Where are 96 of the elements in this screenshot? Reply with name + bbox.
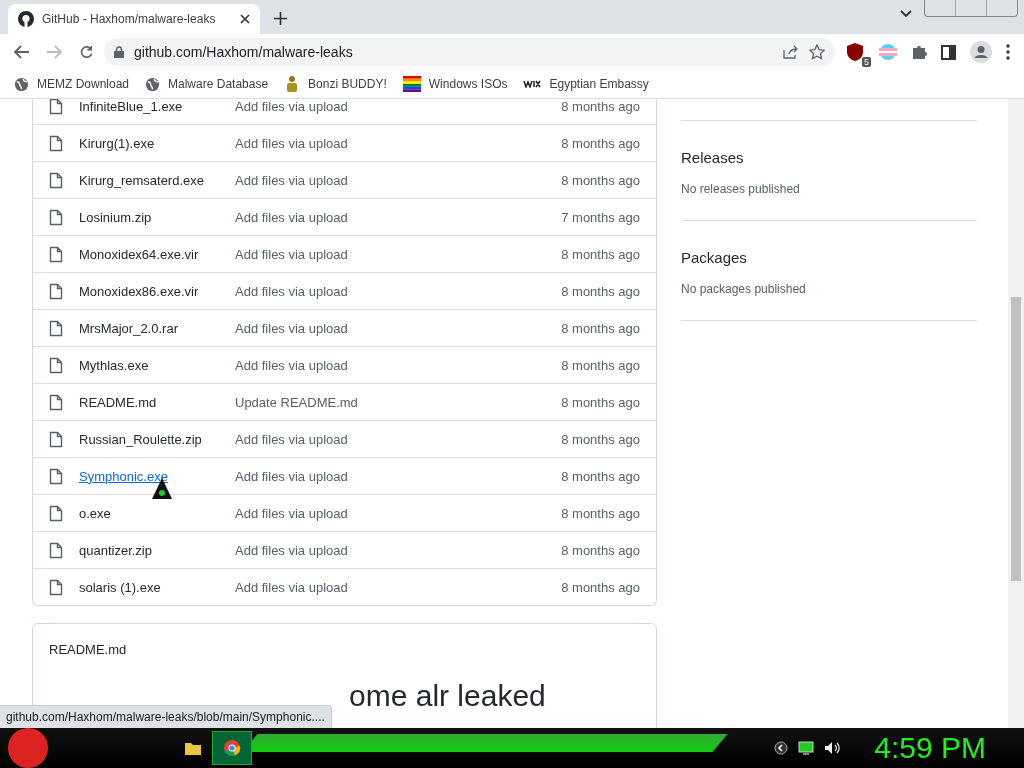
file-icon: [49, 134, 63, 152]
file-icon: [49, 99, 63, 115]
readme-heading: ome alr leaked: [349, 679, 547, 713]
file-icon: [49, 282, 63, 300]
file-icon: [49, 319, 63, 337]
commit-message-link[interactable]: Add files via upload: [235, 172, 562, 188]
commit-message-link[interactable]: Add files via upload: [235, 320, 562, 336]
file-icon: [49, 356, 63, 374]
commit-message-link[interactable]: Add files via upload: [235, 135, 562, 151]
file-link[interactable]: Kirurg(1).exe: [79, 135, 235, 151]
file-link[interactable]: o.exe: [79, 505, 235, 521]
section-heading[interactable]: Releases: [681, 149, 977, 166]
file-link[interactable]: solaris (1).exe: [79, 579, 235, 595]
commit-message-link[interactable]: Add files via upload: [235, 99, 562, 114]
commit-message-link[interactable]: Add files via upload: [235, 431, 562, 447]
commit-age: 8 months ago: [561, 394, 640, 410]
start-button[interactable]: [8, 728, 48, 768]
file-link[interactable]: README.md: [79, 394, 235, 410]
file-icon: [49, 393, 63, 411]
globe-icon: [145, 76, 161, 92]
section-note: No releases published: [681, 182, 801, 196]
commit-age: 8 months ago: [561, 505, 640, 521]
file-icon: [49, 578, 63, 596]
section-heading[interactable]: Packages: [681, 249, 977, 266]
commit-message-link[interactable]: Update README.md: [235, 394, 562, 410]
commit-age: 8 months ago: [561, 468, 640, 484]
status-url: github.com/Haxhom/malware-leaks/blob/main/Symphonic....: [0, 705, 332, 728]
speaker-icon[interactable]: [824, 741, 841, 755]
commit-message-link[interactable]: Add files via upload: [235, 468, 562, 484]
commit-age: 8 months ago: [561, 542, 640, 558]
wix-logo-icon: [523, 80, 542, 88]
close-icon[interactable]: [240, 14, 250, 24]
bookmark-link[interactable]: Egyptian Embassy: [549, 77, 649, 91]
file-icon: [49, 208, 63, 226]
commit-age: 8 months ago: [561, 172, 640, 188]
commit-message-link[interactable]: Add files via upload: [235, 579, 562, 595]
profile-avatar-icon[interactable]: [970, 41, 992, 63]
commit-age: 8 months ago: [561, 283, 640, 299]
section-note: No packages published: [681, 282, 807, 296]
commit-age: 8 months ago: [561, 99, 640, 114]
extension-badge: 5: [862, 57, 871, 67]
readme-title: README.md: [49, 642, 128, 657]
bookmark-link[interactable]: Bonzi BUDDY!: [308, 77, 387, 91]
file-link[interactable]: Losinium.zip: [79, 209, 235, 225]
commit-message-link[interactable]: Add files via upload: [235, 283, 562, 299]
commit-message-link[interactable]: Add files via upload: [235, 542, 562, 558]
reload-icon[interactable]: [78, 44, 94, 60]
scrollbar[interactable]: [1008, 99, 1024, 728]
clock: 4:59 PM: [874, 731, 986, 765]
back-icon[interactable]: [14, 45, 30, 59]
file-link[interactable]: Russian_Roulette.zip: [79, 431, 235, 447]
file-link[interactable]: quantizer.zip: [79, 542, 235, 558]
monitor-icon[interactable]: [798, 741, 815, 755]
share-icon[interactable]: [783, 45, 799, 59]
commit-age: 8 months ago: [561, 357, 640, 373]
file-icon: [49, 430, 63, 448]
file-icon: [49, 245, 63, 263]
file-link[interactable]: Mythlas.exe: [79, 357, 235, 373]
bookmark-link[interactable]: Malware Database: [168, 77, 269, 91]
github-logo-icon: [18, 11, 34, 27]
browser-taskbar-icon[interactable]: [212, 731, 252, 765]
file-icon: [49, 467, 63, 485]
commit-age: 7 months ago: [561, 209, 640, 225]
commit-age: 8 months ago: [561, 320, 640, 336]
file-icon: [49, 504, 63, 522]
file-link[interactable]: MrsMajor_2.0.rar: [79, 320, 235, 336]
commit-message-link[interactable]: Add files via upload: [235, 246, 562, 262]
rainbow-flag-icon: [402, 76, 421, 92]
chevron-down-icon[interactable]: [900, 10, 912, 18]
file-link[interactable]: Symphonic.exe: [79, 468, 235, 484]
menu-icon[interactable]: [1006, 44, 1010, 60]
puzzle-icon[interactable]: [911, 44, 927, 60]
star-icon[interactable]: [809, 44, 825, 60]
file-icon: [49, 171, 63, 189]
new-tab-icon[interactable]: [274, 12, 287, 25]
commit-age: 8 months ago: [561, 135, 640, 151]
commit-age: 8 months ago: [561, 246, 640, 262]
globe-icon: [14, 76, 29, 92]
file-link[interactable]: InfiniteBlue_1.exe: [79, 99, 235, 114]
shield-icon[interactable]: [847, 43, 863, 61]
commit-age: 8 months ago: [561, 431, 640, 447]
commit-message-link[interactable]: Add files via upload: [235, 505, 562, 521]
bookmark-link[interactable]: MEMZ Download: [37, 77, 130, 91]
window-controls[interactable]: [924, 0, 1018, 17]
lock-icon: [114, 46, 124, 58]
side-panel-icon[interactable]: [941, 44, 956, 60]
file-link[interactable]: Kirurg_remsaterd.exe: [79, 172, 235, 188]
file-link[interactable]: Monoxidex86.exe.vir: [79, 283, 235, 299]
browser-tab[interactable]: GitHub - Haxhom/malware-leaks: [8, 4, 260, 34]
file-link[interactable]: Monoxidex64.exe.vir: [79, 246, 235, 262]
address-bar[interactable]: github.com/Haxhom/malware-leaks: [104, 38, 835, 66]
commit-message-link[interactable]: Add files via upload: [235, 357, 562, 373]
file-icon: [49, 541, 63, 559]
bookmark-link[interactable]: Windows ISOs: [428, 77, 508, 91]
commit-age: 8 months ago: [561, 579, 640, 595]
commit-message-link[interactable]: Add files via upload: [235, 209, 562, 225]
